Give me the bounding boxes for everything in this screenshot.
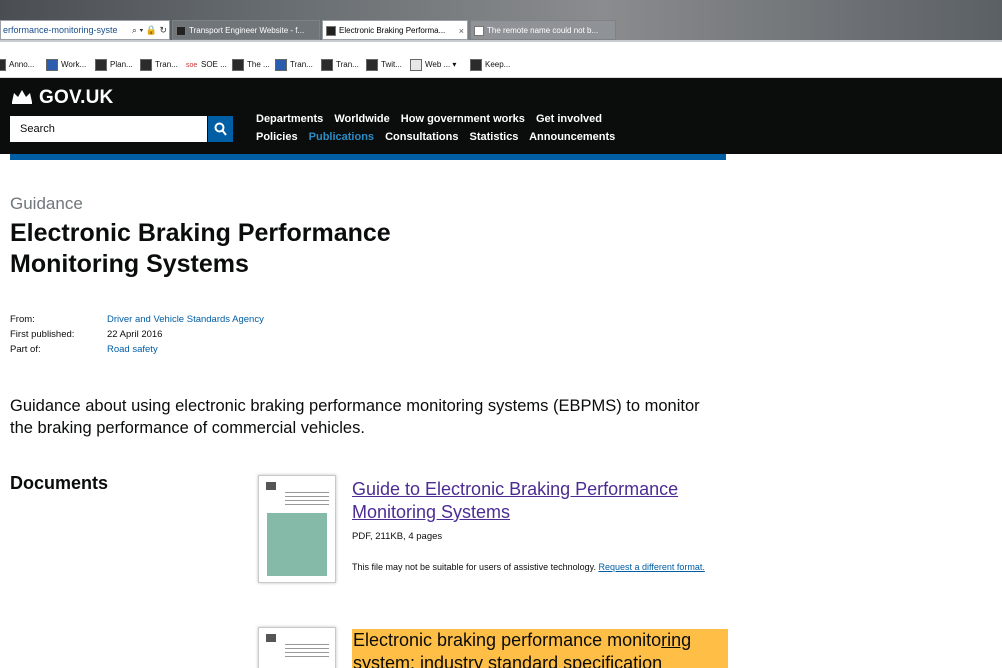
bookmark-item[interactable]: Web ... ▾ — [410, 59, 456, 71]
address-text: erformance-monitoring-syste — [3, 25, 118, 35]
soe-icon: soe — [186, 62, 198, 69]
nav-row-secondary: Policies Publications Consultations Stat… — [256, 131, 623, 143]
bookmark-item[interactable]: Twit... — [366, 59, 402, 71]
tab-transport-engineer[interactable]: Transport Engineer Website - f... — [172, 20, 320, 40]
bookmark-label: Web ... — [425, 60, 451, 69]
bookmark-label: Keep... — [485, 60, 511, 69]
doc-icon — [321, 59, 333, 71]
nav-departments[interactable]: Departments — [256, 113, 323, 125]
doc-icon — [232, 59, 244, 71]
favicon-icon — [176, 26, 186, 36]
bookmark-item[interactable]: Plan... — [95, 59, 133, 71]
bookmark-label: Work... — [61, 60, 87, 69]
accessibility-note-text: This file may not be suitable for users … — [352, 562, 596, 572]
nav-row-primary: Departments Worldwide How government wor… — [256, 113, 610, 125]
search-input[interactable] — [10, 116, 207, 142]
meta-from: From: Driver and Vehicle Standards Agenc… — [10, 314, 264, 325]
w-icon — [46, 59, 58, 71]
doc-icon — [470, 59, 482, 71]
bookmark-item[interactable]: The ... — [232, 59, 270, 71]
bookmark-item[interactable]: Tran... — [140, 59, 178, 71]
documents-heading: Documents — [10, 473, 109, 493]
address-tools-icon[interactable]: ⌕ ▾ 🔒 ↻ — [129, 21, 167, 39]
nav-publications[interactable]: Publications — [309, 131, 374, 143]
govuk-logo[interactable]: GOV.UK — [10, 87, 113, 109]
accessibility-note: This file may not be suitable for users … — [352, 560, 732, 574]
document-file-info: PDF, 211KB, 4 pages — [352, 531, 443, 542]
document-thumbnail[interactable] — [258, 627, 336, 668]
document-link-guide[interactable]: Guide to Electronic Braking Performance … — [352, 478, 732, 524]
lead-paragraph: Guidance about using electronic braking … — [10, 397, 700, 437]
document-type: Guidance — [10, 194, 83, 213]
web-icon — [410, 59, 422, 71]
bookmark-item[interactable]: Tran... — [321, 59, 359, 71]
document-thumbnail[interactable] — [258, 475, 336, 583]
thumbnail-panel — [267, 513, 327, 576]
tab-label: The remote name could not b... — [487, 26, 599, 35]
bookmark-label: The ... — [247, 60, 270, 69]
bookmark-label: Anno... — [9, 60, 35, 69]
meta-label: First published: — [10, 329, 75, 340]
search-icon — [214, 122, 227, 136]
meta-part-of: Part of: Road safety — [10, 344, 158, 355]
bookmark-item[interactable]: Anno... — [0, 59, 34, 71]
crown-icon — [12, 90, 32, 104]
favicon-icon — [326, 26, 336, 36]
bookmark-item[interactable]: Keep... — [470, 59, 510, 71]
header-accent-bar — [10, 154, 726, 160]
nav-statistics[interactable]: Statistics — [470, 131, 519, 143]
bookmark-item[interactable]: Work... — [46, 59, 86, 71]
doc-icon — [95, 59, 107, 71]
meta-label: From: — [10, 314, 35, 325]
tab-label: Electronic Braking Performa... — [339, 26, 446, 35]
organisation-link[interactable]: Driver and Vehicle Standards Agency — [107, 314, 264, 325]
crest-icon — [266, 482, 276, 490]
govuk-header: GOV.UK Departments Worldwide How governm… — [0, 78, 1002, 154]
nav-consultations[interactable]: Consultations — [385, 131, 458, 143]
request-format-link[interactable]: Request a different format. — [598, 562, 704, 572]
logo-text: GOV.UK — [39, 87, 114, 108]
bookmark-label: Tran... — [155, 60, 178, 69]
title-text: Electronic braking performance monito — [353, 630, 662, 650]
collection-link[interactable]: Road safety — [107, 344, 158, 355]
doc-icon — [366, 59, 378, 71]
meta-first-published: First published: 22 April 2016 — [10, 329, 162, 340]
thumbnail-title-lines — [285, 492, 329, 506]
doc-icon — [140, 59, 152, 71]
bookmark-label: Twit... — [381, 60, 402, 69]
bookmark-item[interactable]: Tran... — [275, 59, 313, 71]
page-title: Electronic Braking Performance Monitorin… — [10, 219, 391, 278]
title-text-underlined: ring — [661, 630, 692, 650]
document-link-specification[interactable]: Electronic braking performance monitorin… — [352, 629, 728, 668]
doc-icon — [0, 59, 6, 71]
bookmark-label: Tran... — [336, 60, 359, 69]
dropdown-arrow-icon[interactable]: ▾ — [450, 60, 456, 69]
title-text: system: industry standard specification — [353, 653, 663, 668]
published-date: 22 April 2016 — [107, 329, 163, 340]
bookmark-label: Tran... — [290, 60, 313, 69]
bookmark-label: SOE ... — [201, 60, 227, 69]
search-button[interactable] — [208, 116, 233, 142]
tab-remote-name-error[interactable]: The remote name could not b... — [470, 20, 616, 40]
bookmark-label: Plan... — [110, 60, 133, 69]
crest-icon — [266, 634, 276, 642]
thumbnail-title-lines — [285, 644, 329, 658]
nav-get-involved[interactable]: Get involved — [536, 113, 602, 125]
page-icon — [474, 26, 484, 36]
nav-how-government-works[interactable]: How government works — [401, 113, 525, 125]
nav-policies[interactable]: Policies — [256, 131, 298, 143]
bird-icon — [275, 59, 287, 71]
tab-label: Transport Engineer Website - f... — [189, 26, 305, 35]
address-bar[interactable]: erformance-monitoring-syste ⌕ ▾ 🔒 ↻ — [0, 20, 170, 40]
meta-label: Part of: — [10, 344, 41, 355]
nav-announcements[interactable]: Announcements — [529, 131, 615, 143]
nav-worldwide[interactable]: Worldwide — [334, 113, 389, 125]
favorites-bar: Anno... Work... Plan... Tran... soe SOE .… — [0, 42, 1002, 78]
tab-electronic-braking[interactable]: Electronic Braking Performa... × — [322, 20, 468, 40]
bookmark-item[interactable]: soe SOE ... — [186, 59, 227, 71]
close-tab-icon[interactable]: × — [459, 21, 464, 39]
browser-tab-bar: erformance-monitoring-syste ⌕ ▾ 🔒 ↻ Tran… — [0, 0, 1002, 42]
